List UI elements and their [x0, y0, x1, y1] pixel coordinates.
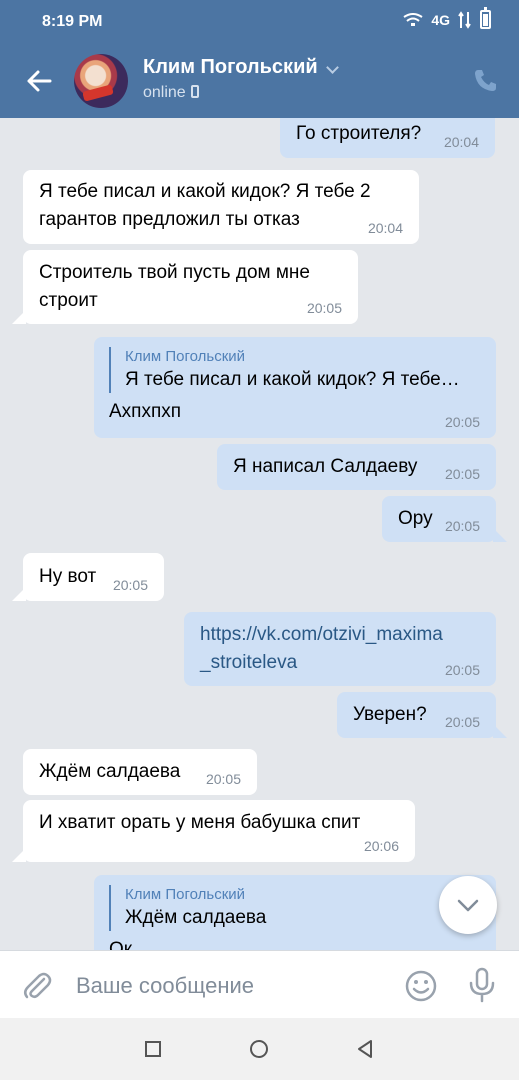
chevron-down-icon[interactable] — [326, 61, 339, 74]
message-text: И хватит орать у меня бабушка спит — [39, 812, 361, 833]
message-incoming[interactable]: Я тебе писал и какой кидок? Я тебе 2 гар… — [23, 170, 419, 244]
message-time: 20:05 — [444, 518, 480, 534]
reply-text: Ждём салдаева — [125, 907, 267, 928]
home-icon[interactable] — [246, 1036, 272, 1062]
presence-status: online — [143, 84, 199, 102]
message-text-line: Строитель твой пусть дом мне — [39, 262, 310, 283]
mobile-device-icon — [190, 85, 199, 98]
reply-author: Клим Погольский — [125, 348, 246, 365]
message-incoming[interactable]: И хватит орать у меня бабушка спит 20:06 — [12, 800, 415, 862]
reply-author: Клим Погольский — [125, 886, 246, 903]
network-type: 4G — [431, 11, 450, 28]
presence-text: online — [143, 84, 186, 101]
reply-quote[interactable]: Клим Погольский Я тебе писал и какой кид… — [109, 347, 476, 393]
message-incoming[interactable]: Ждём салдаева 20:05 — [23, 749, 257, 795]
message-text: Го строителя? — [296, 123, 422, 144]
message-time: 20:05 — [444, 662, 480, 678]
message-text-line: строит — [39, 290, 98, 311]
recents-icon[interactable] — [140, 1036, 166, 1062]
message-outgoing[interactable]: Я написал Салдаеву 20:05 — [217, 444, 496, 490]
message-link[interactable]: https://vk.com/otzivi_maxima — [200, 621, 443, 649]
message-time: 20:05 — [205, 771, 241, 787]
message-time: 20:06 — [363, 838, 399, 854]
message-incoming[interactable]: Ну вот 20:05 — [12, 553, 164, 601]
message-outgoing[interactable]: Уверен? 20:05 — [337, 692, 507, 738]
message-text: Уверен? — [353, 704, 427, 725]
smile-icon[interactable] — [404, 969, 438, 1003]
back-arrow-icon[interactable] — [26, 68, 52, 94]
reply-quote[interactable]: Клим Погольский Ждём салдаева — [109, 885, 476, 931]
signal-icon — [458, 10, 471, 29]
message-time: 20:05 — [444, 466, 480, 482]
message-text-line: Я тебе писал и какой кидок? Я тебе 2 — [39, 181, 371, 202]
battery-icon — [480, 7, 491, 29]
message-list[interactable]: Го строителя? 20:04 Я тебе писал и какой… — [0, 118, 519, 950]
message-time: 20:05 — [112, 577, 148, 593]
back-triangle-icon[interactable] — [352, 1036, 378, 1062]
message-outgoing-reply[interactable]: Клим Погольский Я тебе писал и какой кид… — [94, 337, 496, 438]
avatar[interactable] — [74, 54, 128, 108]
message-text: Ну вот — [39, 566, 97, 587]
message-outgoing-link[interactable]: https://vk.com/otzivi_maxima _stroitelev… — [184, 612, 496, 686]
message-text: Ждём салдаева — [39, 761, 181, 782]
phone-icon[interactable] — [473, 67, 499, 93]
message-text-line: гарантов предложил ты отказ — [39, 209, 300, 230]
message-time: 20:04 — [443, 134, 479, 150]
message-outgoing[interactable]: Го строителя? 20:04 — [280, 118, 495, 158]
message-text: Я написал Салдаеву — [233, 456, 418, 477]
scroll-down-button[interactable] — [439, 876, 497, 934]
contact-name[interactable]: Клим Погольский — [143, 56, 318, 79]
message-time: 20:05 — [444, 714, 480, 730]
wifi-icon — [403, 12, 423, 26]
chat-header: Клим Погольский online — [0, 44, 519, 118]
message-incoming[interactable]: Строитель твой пусть дом мне строит 20:0… — [12, 250, 358, 324]
chevron-down-icon — [457, 899, 479, 912]
status-time: 8:19 PM — [42, 13, 103, 30]
message-time: 20:05 — [306, 300, 342, 316]
message-text: Ору — [398, 508, 433, 529]
status-bar: 8:19 PM 4G — [0, 0, 519, 44]
message-time: 20:04 — [367, 220, 403, 236]
message-outgoing-reply[interactable]: Клим Погольский Ждём салдаева Ок — [94, 875, 496, 950]
message-link[interactable]: _stroiteleva — [200, 649, 443, 677]
message-composer — [0, 950, 519, 1018]
message-input[interactable] — [76, 969, 376, 1003]
paperclip-icon[interactable] — [20, 969, 54, 1003]
message-time: 20:05 — [444, 414, 480, 430]
reply-text: Я тебе писал и какой кидок? Я тебе… — [125, 369, 460, 390]
system-nav-bar — [0, 1018, 519, 1080]
message-text: Ахпхпхп — [109, 401, 182, 422]
microphone-icon[interactable] — [466, 967, 498, 1003]
message-outgoing[interactable]: Ору 20:05 — [382, 496, 507, 542]
message-text: Ок — [109, 939, 133, 950]
